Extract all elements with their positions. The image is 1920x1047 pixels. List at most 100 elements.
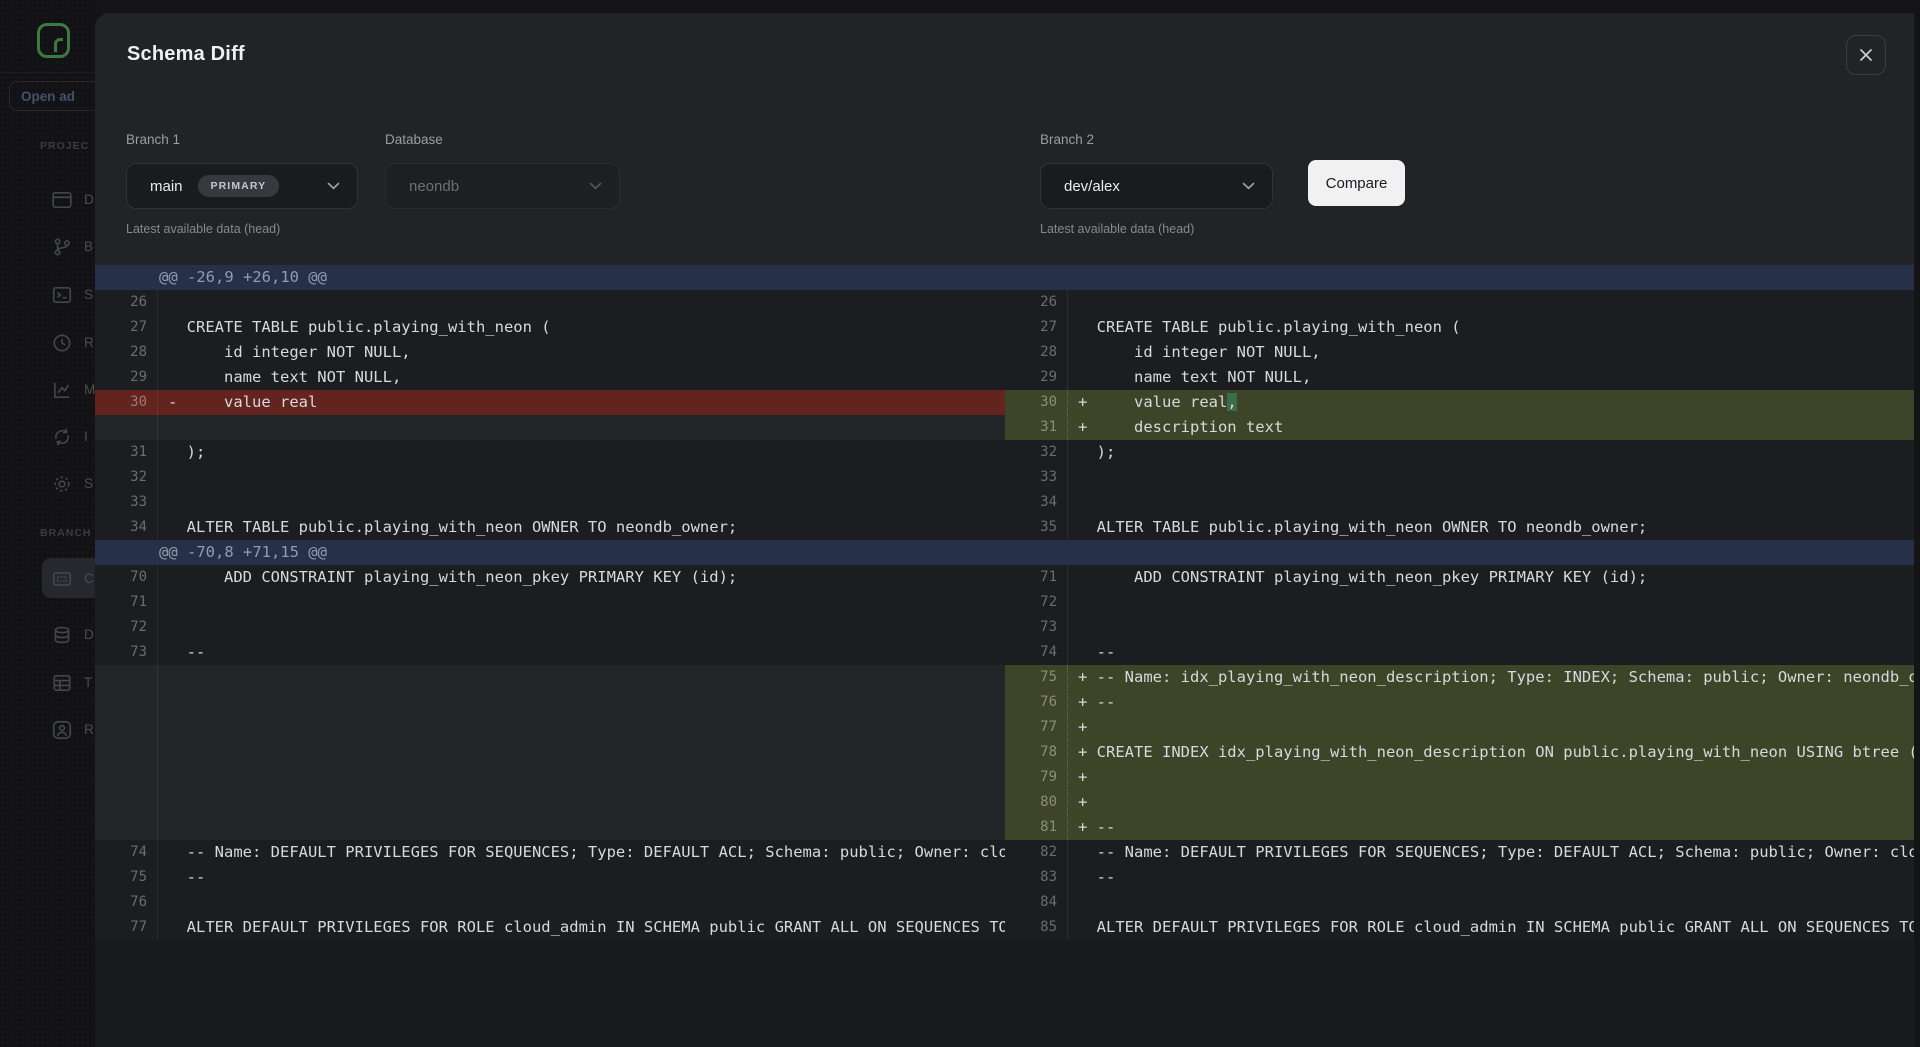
diff-line-right: 35 ALTER TABLE public.playing_with_neon …	[1005, 515, 1914, 540]
diff-line-right: 71 ADD CONSTRAINT playing_with_neon_pkey…	[1005, 565, 1914, 590]
code-text: id integer NOT NULL,	[158, 340, 1005, 365]
diff-line-left: 29 name text NOT NULL,	[95, 365, 1005, 390]
branch2-label: Branch 2	[1040, 132, 1094, 147]
sidebar-item-label: T	[84, 675, 92, 690]
sidebar-item-sql-editor[interactable]: S	[0, 274, 95, 314]
sidebar-item-restore[interactable]: R	[0, 322, 95, 362]
diff-line-left: 77 ALTER DEFAULT PRIVILEGES FOR ROLE clo…	[95, 915, 1005, 940]
line-number: 31	[95, 440, 157, 465]
diff-line-right: 74 --	[1005, 640, 1914, 665]
branch2-subtext: Latest available data (head)	[1040, 222, 1194, 236]
code-text	[1068, 615, 1914, 640]
branch1-label: Branch 1	[126, 132, 180, 147]
hunk-header-text: @@ -26,9 +26,10 @@	[95, 265, 1005, 290]
line-number: 31	[1005, 415, 1067, 440]
line-number: 34	[1005, 490, 1067, 515]
line-number: 71	[1005, 565, 1067, 590]
diff-row: 7273	[95, 615, 1914, 640]
branch2-select[interactable]: dev/alex	[1040, 163, 1273, 209]
sidebar-item-label: C	[84, 571, 94, 586]
line-number: 70	[95, 565, 157, 590]
diff-line-left: 72	[95, 615, 1005, 640]
sidebar-item-tables[interactable]: T	[0, 662, 95, 702]
code-text: ALTER DEFAULT PRIVILEGES FOR ROLE cloud_…	[1068, 915, 1914, 940]
diff-line-left	[95, 665, 1005, 690]
code-text: CREATE TABLE public.playing_with_neon (	[1068, 315, 1914, 340]
code-text: );	[1068, 440, 1914, 465]
sidebar-item-computes[interactable]: C	[0, 558, 95, 598]
roles-icon	[51, 719, 73, 741]
line-number: 26	[1005, 290, 1067, 315]
diff-line-right: 33	[1005, 465, 1914, 490]
line-number: 75	[95, 865, 157, 890]
sidebar-item-settings[interactable]: S	[0, 463, 95, 503]
compare-button[interactable]: Compare	[1308, 160, 1405, 206]
branch1-select[interactable]: main PRIMARY	[126, 163, 358, 209]
line-number: 27	[1005, 315, 1067, 340]
sidebar-item-label: B	[84, 239, 93, 254]
sidebar-item-label: D	[84, 627, 94, 642]
sidebar-item-roles[interactable]: R	[0, 709, 95, 749]
open-admin-link[interactable]: Open ad	[9, 81, 95, 111]
sidebar-item-databases[interactable]: D	[0, 614, 95, 654]
sidebar-item-integrations[interactable]: I	[0, 416, 95, 456]
sidebar-item-label: R	[84, 722, 94, 737]
chevron-down-icon	[1242, 182, 1255, 190]
diff-line-left: 76	[95, 890, 1005, 915]
diff-line-left	[95, 415, 1005, 440]
line-number	[95, 765, 157, 790]
diff-row: 74 -- Name: DEFAULT PRIVILEGES FOR SEQUE…	[95, 840, 1914, 865]
backdrop-top-strip	[95, 0, 1920, 13]
diff-row: 31+ description text	[95, 415, 1914, 440]
line-number: 77	[1005, 715, 1067, 740]
tables-icon	[51, 672, 73, 694]
hunk-header-text: @@ -70,8 +71,15 @@	[95, 540, 1005, 565]
diff-line-left: 30- value real	[95, 390, 1005, 415]
code-text	[1068, 490, 1914, 515]
close-button[interactable]	[1846, 35, 1886, 75]
database-value: neondb	[409, 178, 459, 195]
sidebar-item-label: I	[84, 429, 88, 444]
code-text	[1068, 890, 1914, 915]
diff-row: 73 --74 --	[95, 640, 1914, 665]
sidebar-item-monitoring[interactable]: M	[0, 369, 95, 409]
database-select[interactable]: neondb	[385, 163, 620, 209]
diff-line-left	[95, 765, 1005, 790]
hunk-header-right	[1005, 265, 1914, 290]
diff-line-right: 26	[1005, 290, 1914, 315]
diff-line-right: 32 );	[1005, 440, 1914, 465]
diff-line-left: 31 );	[95, 440, 1005, 465]
line-number: 80	[1005, 790, 1067, 815]
databases-icon	[51, 624, 73, 646]
hunk-header-row: @@ -26,9 +26,10 @@	[95, 265, 1914, 290]
schema-diff-view[interactable]: @@ -26,9 +26,10 @@262627 CREATE TABLE pu…	[95, 265, 1914, 1047]
code-text: ALTER TABLE public.playing_with_neon OWN…	[1068, 515, 1914, 540]
sidebar-item-label: S	[84, 476, 93, 491]
neon-logo-icon	[37, 23, 70, 58]
sidebar-item-branches[interactable]: B	[0, 226, 95, 266]
sidebar-section-project: PROJEC	[40, 140, 89, 152]
line-number: 83	[1005, 865, 1067, 890]
diff-row: 77+	[95, 715, 1914, 740]
code-text: - value real	[158, 390, 1005, 415]
diff-line-right: 83 --	[1005, 865, 1914, 890]
branch1-value: main	[150, 178, 183, 195]
inline-added-highlight: ,	[1227, 393, 1236, 411]
branch2-value: dev/alex	[1064, 178, 1120, 195]
line-number: 27	[95, 315, 157, 340]
code-text: CREATE TABLE public.playing_with_neon (	[158, 315, 1005, 340]
line-number: 32	[95, 465, 157, 490]
line-number: 78	[1005, 740, 1067, 765]
code-text	[158, 765, 1005, 790]
diff-line-right: 82 -- Name: DEFAULT PRIVILEGES FOR SEQUE…	[1005, 840, 1914, 865]
code-text: name text NOT NULL,	[1068, 365, 1914, 390]
diff-line-left: 75 --	[95, 865, 1005, 890]
diff-row: 76+ --	[95, 690, 1914, 715]
sidebar-item-label: S	[84, 287, 93, 302]
sidebar-item-dashboard[interactable]: D	[0, 179, 95, 219]
sidebar-divider	[0, 72, 95, 73]
diff-row: 27 CREATE TABLE public.playing_with_neon…	[95, 315, 1914, 340]
diff-line-right: 85 ALTER DEFAULT PRIVILEGES FOR ROLE clo…	[1005, 915, 1914, 940]
sidebar-item-label: M	[84, 382, 95, 397]
line-number: 76	[95, 890, 157, 915]
